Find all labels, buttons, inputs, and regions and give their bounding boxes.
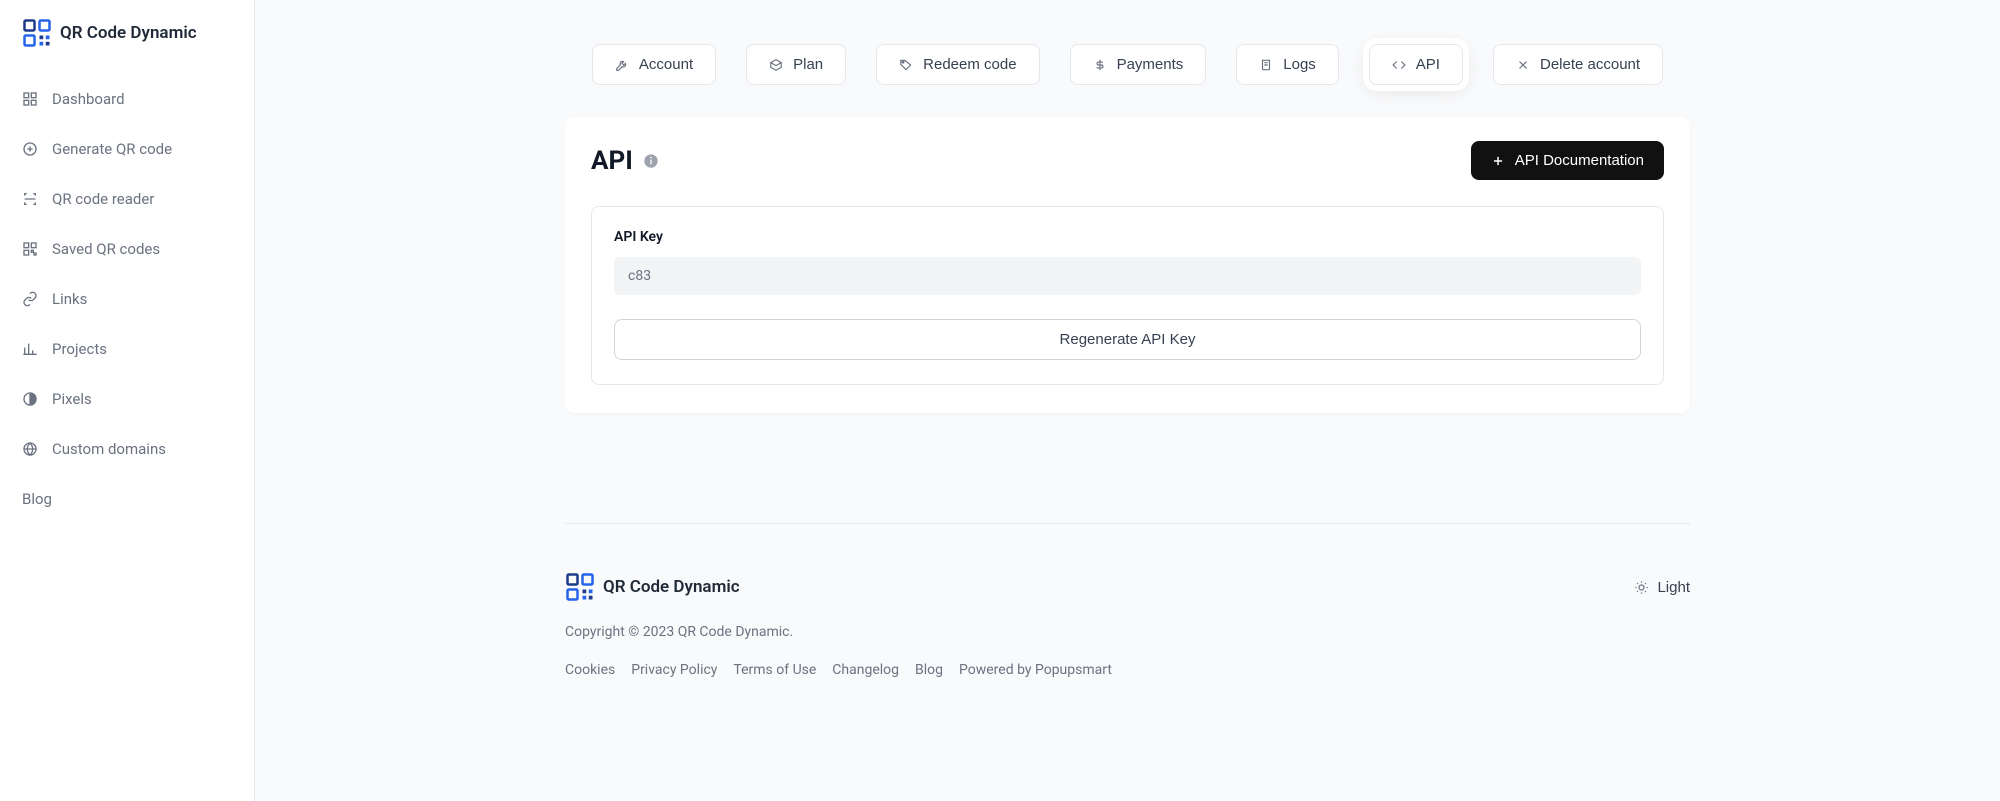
close-icon (1516, 58, 1530, 72)
info-circle-icon[interactable] (643, 153, 659, 169)
tag-icon (899, 58, 913, 72)
sidebar-item-label: Custom domains (52, 440, 166, 458)
brand-name: QR Code Dynamic (60, 23, 197, 43)
tab-label: Redeem code (923, 56, 1016, 73)
sidebar-item-dashboard[interactable]: Dashboard (0, 74, 254, 124)
footer-link-privacy[interactable]: Privacy Policy (631, 662, 717, 678)
plus-circle-icon (22, 141, 38, 157)
tab-label: Plan (793, 56, 823, 73)
brand-name: QR Code Dynamic (603, 577, 740, 597)
footer-link-blog[interactable]: Blog (915, 662, 943, 678)
sidebar-item-label: Dashboard (52, 90, 125, 108)
sidebar-logo[interactable]: QR Code Dynamic (0, 0, 254, 66)
plus-icon (1491, 154, 1505, 168)
regenerate-api-key-button[interactable]: Regenerate API Key (614, 319, 1641, 360)
tab-account[interactable]: Account (592, 44, 716, 85)
sidebar-item-projects[interactable]: Projects (0, 324, 254, 374)
dollar-icon (1093, 58, 1107, 72)
sidebar-item-label: Blog (22, 490, 52, 508)
globe-icon (22, 441, 38, 457)
footer: QR Code Dynamic Light Copyright © 2023 Q… (565, 524, 1690, 678)
tab-label: Account (639, 56, 693, 73)
tab-label: Delete account (1540, 56, 1640, 73)
main-content: Account Plan Redeem code Payments Logs A… (255, 0, 2000, 801)
tab-redeem[interactable]: Redeem code (876, 44, 1039, 85)
api-card: API API Documentation API Key Regenerate… (565, 117, 1690, 413)
theme-label: Light (1657, 579, 1690, 596)
sidebar-item-generate-qr[interactable]: Generate QR code (0, 124, 254, 174)
footer-top-row: QR Code Dynamic Light (565, 572, 1690, 602)
scroll-icon (1259, 58, 1273, 72)
api-key-input[interactable] (614, 257, 1641, 295)
brand-qr-icon (565, 572, 595, 602)
button-label: API Documentation (1515, 152, 1644, 169)
sidebar-item-label: Projects (52, 340, 107, 358)
sun-icon (1634, 580, 1649, 595)
footer-link-terms[interactable]: Terms of Use (733, 662, 816, 678)
box-icon (769, 58, 783, 72)
link-icon (22, 291, 38, 307)
sidebar-item-links[interactable]: Links (0, 274, 254, 324)
grid-icon (22, 91, 38, 107)
footer-link-cookies[interactable]: Cookies (565, 662, 615, 678)
sidebar-item-saved-qr[interactable]: Saved QR codes (0, 224, 254, 274)
api-key-box: API Key Regenerate API Key (591, 206, 1664, 385)
brand-qr-icon (22, 18, 52, 48)
theme-toggle[interactable]: Light (1634, 579, 1690, 596)
sidebar-item-label: Generate QR code (52, 140, 172, 158)
sidebar: QR Code Dynamic Dashboard Generate QR co… (0, 0, 255, 801)
sidebar-item-custom-domains[interactable]: Custom domains (0, 424, 254, 474)
tab-delete-account[interactable]: Delete account (1493, 44, 1663, 85)
scan-icon (22, 191, 38, 207)
tab-plan[interactable]: Plan (746, 44, 846, 85)
sidebar-item-label: Links (52, 290, 87, 308)
copyright-text: Copyright © 2023 QR Code Dynamic. (565, 624, 1690, 640)
app-layout: QR Code Dynamic Dashboard Generate QR co… (0, 0, 2000, 801)
chart-icon (22, 341, 38, 357)
wrench-icon (615, 58, 629, 72)
sidebar-item-blog[interactable]: Blog (0, 474, 254, 524)
code-icon (1392, 58, 1406, 72)
card-header: API API Documentation (591, 141, 1664, 180)
api-key-label: API Key (614, 229, 1641, 245)
sidebar-item-label: QR code reader (52, 190, 154, 208)
api-documentation-button[interactable]: API Documentation (1471, 141, 1664, 180)
sidebar-nav: Dashboard Generate QR code QR code reade… (0, 66, 254, 532)
tab-api[interactable]: API (1369, 44, 1463, 85)
tab-label: Payments (1117, 56, 1184, 73)
qr-icon (22, 241, 38, 257)
sidebar-item-label: Saved QR codes (52, 240, 160, 258)
footer-links: Cookies Privacy Policy Terms of Use Chan… (565, 662, 1690, 678)
card-title-wrap: API (591, 146, 659, 176)
tab-label: Logs (1283, 56, 1316, 73)
footer-link-powered[interactable]: Powered by Popupsmart (959, 662, 1112, 678)
card-title: API (591, 146, 633, 176)
tab-label: API (1416, 56, 1440, 73)
sidebar-item-qr-reader[interactable]: QR code reader (0, 174, 254, 224)
adjust-icon (22, 391, 38, 407)
sidebar-item-label: Pixels (52, 390, 92, 408)
footer-logo[interactable]: QR Code Dynamic (565, 572, 740, 602)
tab-logs[interactable]: Logs (1236, 44, 1339, 85)
footer-link-changelog[interactable]: Changelog (832, 662, 899, 678)
sidebar-item-pixels[interactable]: Pixels (0, 374, 254, 424)
tab-payments[interactable]: Payments (1070, 44, 1207, 85)
account-tabs: Account Plan Redeem code Payments Logs A… (565, 44, 1690, 85)
